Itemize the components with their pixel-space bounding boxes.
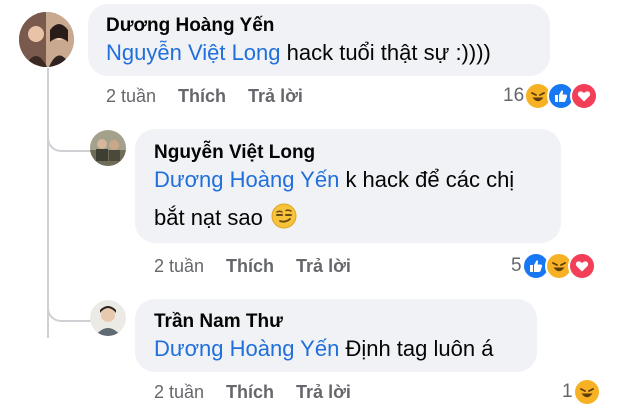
reaction-summary[interactable]: 5	[511, 252, 596, 280]
reaction-count: 5	[511, 255, 522, 276]
like-button[interactable]: Thích	[178, 86, 226, 106]
like-button[interactable]: Thích	[226, 256, 274, 276]
timestamp[interactable]: 2 tuần	[154, 382, 204, 402]
comment-text: Dương Hoàng Yến Định tag luôn á	[154, 332, 493, 366]
comment-body: Định tag luôn á	[339, 336, 494, 361]
reply-button[interactable]: Trả lời	[248, 86, 303, 106]
reaction-count: 16	[503, 85, 525, 106]
mention-link[interactable]: Dương Hoàng Yến	[154, 336, 339, 361]
avatar[interactable]	[19, 12, 74, 67]
timestamp[interactable]: 2 tuần	[106, 86, 156, 106]
avatar[interactable]	[90, 300, 126, 336]
reaction-summary[interactable]: 16	[503, 82, 599, 110]
reaction-count: 1	[562, 381, 573, 402]
avatar[interactable]	[90, 130, 126, 166]
comment-actions: 2 tuần Thích Trả lời	[154, 256, 373, 277]
smirk-emoji-icon	[271, 203, 297, 239]
reply-button[interactable]: Trả lời	[296, 256, 351, 276]
thread-connector	[47, 118, 91, 152]
comment-body: hack tuổi thật sự :))))	[280, 40, 491, 65]
comment-actions: 2 tuần Thích Trả lời	[106, 86, 325, 107]
haha-icon	[572, 378, 601, 406]
love-icon	[570, 82, 599, 110]
comment-body: bắt nạt sao	[154, 205, 269, 230]
mention-link[interactable]: Dương Hoàng Yến	[154, 167, 339, 192]
love-icon	[567, 252, 596, 280]
reply-button[interactable]: Trả lời	[296, 382, 351, 402]
comment-author[interactable]: Trần Nam Thư	[154, 311, 283, 333]
like-button[interactable]: Thích	[226, 382, 274, 402]
reaction-summary[interactable]: 1	[562, 378, 601, 406]
mention-link[interactable]: Nguyễn Việt Long	[106, 40, 281, 65]
comment-author[interactable]: Nguyễn Việt Long	[154, 142, 315, 164]
comment-body: k hack để các chị	[339, 167, 515, 192]
timestamp[interactable]: 2 tuần	[154, 256, 204, 276]
comment-text-line: bắt nạt sao	[154, 201, 297, 239]
comment-text: Dương Hoàng Yến k hack để các chị	[154, 163, 514, 197]
comment-actions: 2 tuần Thích Trả lời	[154, 382, 373, 403]
thread-connector	[47, 288, 91, 322]
comment-text: Nguyễn Việt Long hack tuổi thật sự :))))	[106, 36, 491, 70]
comment-author[interactable]: Dương Hoàng Yến	[106, 15, 274, 37]
